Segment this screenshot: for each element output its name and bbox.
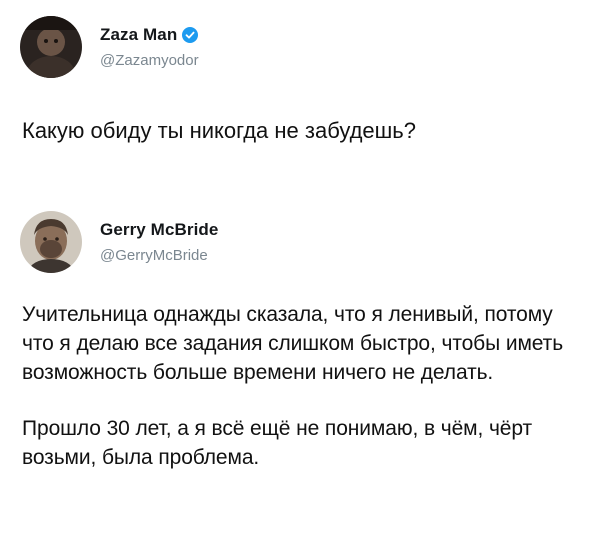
tweet-text: Учительница однажды сказала, что я ленив…	[22, 300, 580, 472]
user-names: Gerry McBride @GerryMcBride	[100, 220, 218, 264]
user-handle[interactable]: @Zazamyodor	[100, 52, 199, 69]
avatar[interactable]	[20, 16, 82, 78]
reply-tweet: Gerry McBride @GerryMcBride Учительница …	[0, 185, 600, 550]
tweet-paragraph: Учительница однажды сказала, что я ленив…	[22, 303, 564, 384]
tweet-header: Zaza Man @Zazamyodor	[20, 16, 199, 78]
verified-badge-icon	[182, 27, 199, 43]
user-handle[interactable]: @GerryMcBride	[100, 247, 218, 264]
tweet-text: Какую обиду ты никогда не забудешь?	[22, 116, 580, 146]
tweet-text-line: Какую обиду ты никогда не забудешь?	[22, 118, 417, 143]
tweet-paragraph: Прошло 30 лет, а я всё ещё не понимаю, в…	[22, 417, 533, 469]
avatar[interactable]	[20, 211, 82, 273]
quoted-tweet: Zaza Man @Zazamyodor Какую обиду ты нико…	[0, 0, 600, 185]
avatar-image	[20, 211, 82, 273]
display-name[interactable]: Zaza Man	[100, 25, 177, 45]
user-names: Zaza Man @Zazamyodor	[100, 25, 199, 69]
tweet-header: Gerry McBride @GerryMcBride	[20, 211, 218, 273]
display-name[interactable]: Gerry McBride	[100, 220, 218, 240]
avatar-image	[20, 16, 82, 78]
